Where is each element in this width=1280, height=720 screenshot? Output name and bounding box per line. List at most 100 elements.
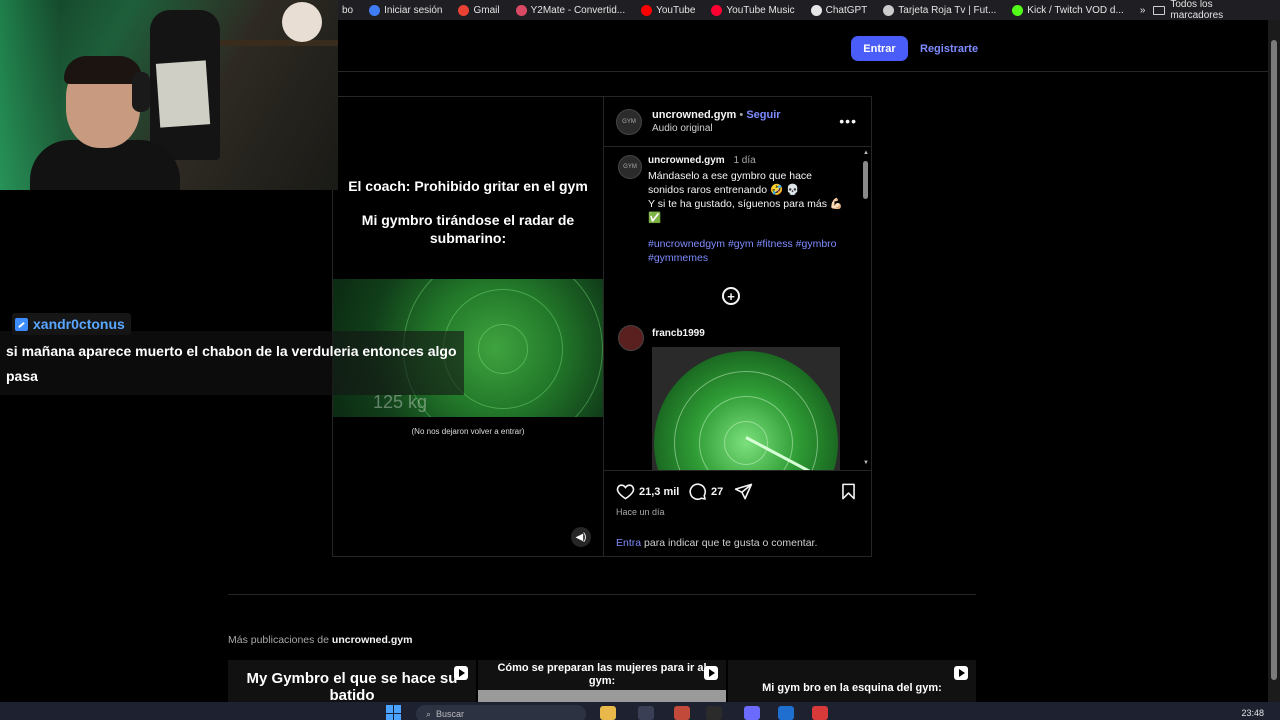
favicon-icon	[883, 4, 895, 16]
favicon-icon	[515, 4, 527, 16]
bookmark-label: Y2Mate - Convertid...	[530, 4, 626, 16]
caption-text-line1: Mándaselo a ese gymbro que hace sonidos …	[648, 170, 813, 196]
caption-text-line2: Y si te ha gustado, síguenos para más 💪🏻…	[648, 198, 843, 224]
discord-icon[interactable]	[744, 706, 760, 720]
app-icon[interactable]	[812, 706, 828, 720]
author-username[interactable]: uncrowned.gym	[652, 109, 736, 121]
video-caption: El coach: Prohibido gritar en el gym Mi …	[343, 177, 593, 263]
more-posts-username[interactable]: uncrowned.gym	[332, 634, 413, 646]
more-posts-grid: My Gymbro el que se hace su batido Cómo …	[228, 660, 976, 704]
bookmark-label: Iniciar sesión	[384, 4, 443, 16]
reel-icon	[454, 666, 468, 680]
taskbar-search[interactable]: ⌕ Buscar	[416, 705, 586, 720]
comment-count: 27	[711, 485, 724, 498]
thumbnail-text: Cómo se preparan las mujeres para ir al …	[497, 662, 707, 687]
login-button[interactable]: Entrar	[851, 36, 908, 61]
bookmark-label: Tarjeta Roja Tv | Fut...	[898, 4, 997, 16]
folder-icon	[1153, 5, 1166, 15]
comments-scroll-thumb[interactable]	[863, 161, 868, 199]
outlook-icon[interactable]	[778, 706, 794, 720]
save-button[interactable]	[839, 482, 858, 501]
follow-button[interactable]: Seguir	[746, 109, 780, 121]
scroll-up-icon[interactable]: ▲	[862, 149, 870, 157]
bookmark-item[interactable]: bo	[334, 5, 361, 16]
section-divider	[228, 594, 976, 595]
comment-image	[652, 347, 840, 470]
caption-hashtags[interactable]: #uncrownedgym #gym #fitness #gymbro #gym…	[648, 237, 848, 265]
bookmark-item[interactable]: YouTube	[633, 4, 703, 16]
taskbar-clock: 23:48	[1241, 708, 1264, 718]
send-icon	[734, 483, 753, 500]
login-prompt: Entra para indicar que te gusta o coment…	[616, 537, 817, 549]
post-date: Hace un día	[616, 507, 665, 517]
post-side-panel: GYM uncrowned.gym • Seguir Audio origina…	[603, 97, 872, 556]
more-post-thumbnail[interactable]: Mi gym bro en la esquina del gym:	[728, 660, 976, 704]
search-icon: ⌕	[426, 708, 432, 719]
volume-icon[interactable]: ◀)	[571, 527, 591, 547]
comment-avatar[interactable]	[618, 325, 644, 351]
chat-message: si mañana aparece muerto el chabon de la…	[0, 331, 464, 395]
like-count: 21,3 mil	[639, 485, 680, 498]
signup-button[interactable]: Registrarte	[920, 36, 978, 61]
audio-link[interactable]: Audio original	[652, 123, 713, 134]
reel-icon	[954, 666, 968, 680]
comment-icon	[689, 483, 706, 500]
bookmark-item[interactable]: Iniciar sesión	[361, 4, 450, 16]
bookmark-label: YouTube Music	[726, 4, 795, 16]
bookmark-icon	[842, 483, 855, 500]
bookmarks-overflow-button[interactable]: »	[1132, 5, 1154, 16]
reel-icon	[704, 666, 718, 680]
like-button[interactable]: 21,3 mil	[616, 482, 679, 501]
share-button[interactable]	[734, 482, 753, 501]
page-scroll-thumb[interactable]	[1271, 40, 1277, 680]
login-prompt-text: para indicar que te gusta o comentar.	[641, 537, 818, 549]
bookmark-label: bo	[342, 4, 354, 16]
comments-scrollbar[interactable]: ▲ ▼	[862, 149, 870, 467]
favicon-icon	[810, 4, 822, 16]
caption-time: 1 día	[733, 155, 756, 166]
bookmark-item[interactable]: Gmail	[450, 4, 507, 16]
more-posts-heading: Más publicaciones de uncrowned.gym	[228, 634, 412, 646]
author-separator: •	[739, 109, 744, 121]
scroll-down-icon[interactable]: ▼	[862, 459, 870, 467]
favicon-icon	[641, 4, 653, 16]
comment-username[interactable]: francb1999	[652, 328, 705, 339]
author-avatar[interactable]: GYM	[616, 109, 642, 135]
favicon-icon	[711, 4, 723, 16]
page-scrollbar[interactable]	[1268, 20, 1280, 702]
file-explorer-icon[interactable]	[600, 706, 616, 720]
login-prompt-link[interactable]: Entra	[616, 537, 641, 549]
bookmark-item[interactable]: Kick / Twitch VOD d...	[1004, 4, 1132, 16]
all-bookmarks-button[interactable]: Todos los marcadores	[1153, 0, 1280, 21]
bookmark-item[interactable]: Y2Mate - Convertid...	[508, 4, 633, 16]
webcam-overlay	[0, 0, 338, 190]
more-post-thumbnail[interactable]: Cómo se preparan las mujeres para ir al …	[478, 660, 726, 704]
caption-text: Mándaselo a ese gymbro que hace sonidos …	[648, 169, 848, 225]
bookmark-label: ChatGPT	[825, 4, 868, 16]
caption-avatar[interactable]: GYM	[618, 155, 642, 179]
steam-icon[interactable]	[638, 706, 654, 720]
more-options-icon[interactable]: •••	[839, 113, 857, 129]
bookmark-item[interactable]: Tarjeta Roja Tv | Fut...	[875, 4, 1004, 16]
chat-username-text: xandr0ctonus	[33, 316, 125, 332]
favicon-icon	[458, 4, 470, 16]
video-caption-line1: El coach: Prohibido gritar en el gym	[348, 178, 588, 194]
bookmark-label: Gmail	[473, 4, 500, 16]
video-subtitle: (No nos dejaron volver a entrar)	[411, 427, 525, 436]
windows-start-icon[interactable]	[386, 705, 402, 720]
bookmark-item[interactable]: YouTube Music	[703, 4, 802, 16]
chrome-icon[interactable]	[674, 706, 690, 720]
comments-section: GYM uncrowned.gym 1 día Mándaselo a ese …	[604, 147, 872, 470]
video-weight-text: 125 kg	[373, 392, 428, 412]
app-icon[interactable]	[706, 706, 722, 720]
load-more-comments-icon[interactable]: +	[722, 287, 740, 305]
more-posts-prefix: Más publicaciones de	[228, 634, 332, 646]
caption-username[interactable]: uncrowned.gym	[648, 155, 725, 166]
bookmark-item[interactable]: ChatGPT	[803, 4, 876, 16]
reel-video[interactable]: El coach: Prohibido gritar en el gym Mi …	[333, 97, 603, 556]
bookmark-label: Kick / Twitch VOD d...	[1027, 4, 1124, 16]
more-post-thumbnail[interactable]: My Gymbro el que se hace su batido	[228, 660, 476, 704]
post-actions: 21,3 mil 27 Hace un día Entra para indic…	[604, 470, 872, 556]
comment-button[interactable]: 27	[688, 482, 723, 501]
author-line: uncrowned.gym • Seguir	[652, 109, 781, 121]
